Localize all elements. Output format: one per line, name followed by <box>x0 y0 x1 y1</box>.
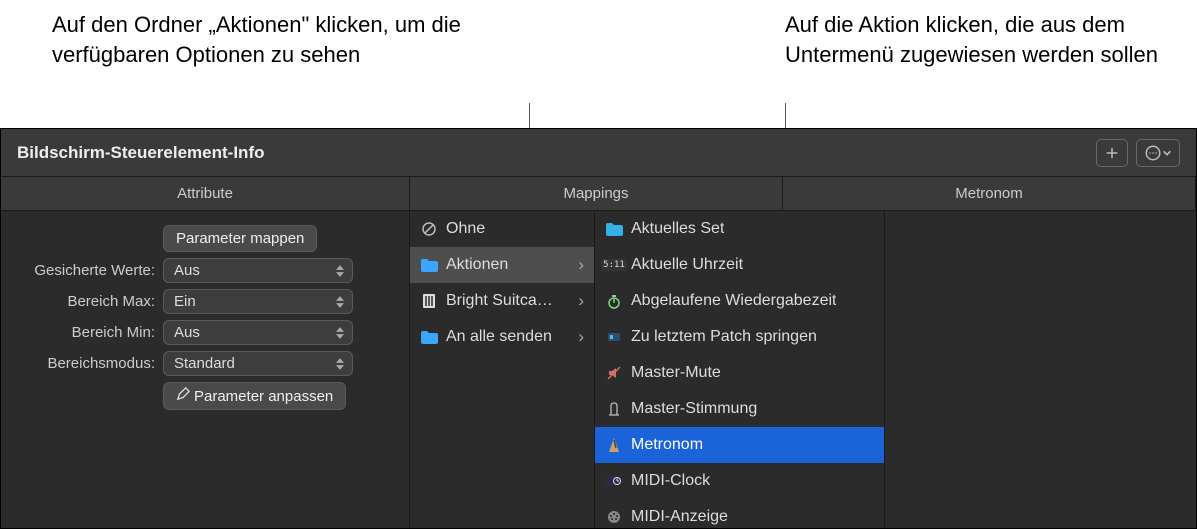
app-window: Bildschirm-Steuerelement-Info Attribute … <box>0 128 1197 529</box>
list-item[interactable]: Metronom <box>595 427 884 463</box>
pencil-icon <box>176 387 190 405</box>
list-item[interactable]: 5:11 Aktuelle Uhrzeit <box>595 247 884 283</box>
callout-right: Auf die Aktion klicken, die aus dem Unte… <box>530 10 1190 69</box>
none-icon <box>420 221 438 237</box>
saved-values-select[interactable]: Aus <box>163 258 353 283</box>
list-item[interactable]: MIDI-Clock <box>595 463 884 499</box>
mapping-column-2: Aktuelles Set 5:11 Aktuelle Uhrzeit Abgelau… <box>595 211 885 528</box>
folder-blue-icon <box>420 257 438 273</box>
list-item[interactable]: Aktionen › <box>410 247 594 283</box>
list-item-label: Aktuelles Set <box>631 220 724 238</box>
map-parameter-button[interactable]: Parameter mappen <box>163 225 317 252</box>
list-item[interactable]: MIDI-Anzeige <box>595 499 884 528</box>
list-item-label: Zu letztem Patch springen <box>631 328 817 346</box>
updown-stepper-icon <box>336 265 344 277</box>
range-min-value: Aus <box>174 324 200 341</box>
metronome-icon <box>605 437 623 453</box>
folder-cyan-icon <box>605 221 623 237</box>
updown-stepper-icon <box>336 327 344 339</box>
mapping-column-1: OhneAktionen›Bright Suitca…›An alle send… <box>410 211 595 528</box>
list-item[interactable]: Ohne <box>410 211 594 247</box>
list-item[interactable]: An alle senden › <box>410 319 594 355</box>
stopwatch-icon <box>605 293 623 309</box>
callout-left: Auf den Ordner „Aktionen" klicken, um di… <box>0 10 530 69</box>
chevron-down-icon <box>1162 148 1172 158</box>
range-mode-value: Standard <box>174 355 235 372</box>
mapping-column-3 <box>885 211 1196 528</box>
range-max-label: Bereich Max: <box>11 293 163 310</box>
plus-icon <box>1103 144 1121 162</box>
list-item[interactable]: Abgelaufene Wiedergabezeit <box>595 283 884 319</box>
list-item-label: Abgelaufene Wiedergabezeit <box>631 292 836 310</box>
range-max-value: Ein <box>174 293 196 310</box>
tuning-icon <box>605 401 623 417</box>
updown-stepper-icon <box>336 296 344 308</box>
saved-values-value: Aus <box>174 262 200 279</box>
patch-icon <box>605 329 623 345</box>
list-item-label: MIDI-Clock <box>631 472 710 490</box>
clock-digital-icon: 5:11 <box>605 257 623 273</box>
range-max-select[interactable]: Ein <box>163 289 353 314</box>
list-item[interactable]: Master-Stimmung <box>595 391 884 427</box>
add-button[interactable] <box>1096 139 1128 167</box>
range-mode-label: Bereichsmodus: <box>11 355 163 372</box>
concert-icon <box>420 293 438 309</box>
list-item-label: Ohne <box>446 220 485 238</box>
window-title: Bildschirm-Steuerelement-Info <box>17 143 1088 163</box>
list-item-label: Metronom <box>631 436 703 454</box>
midi-icon <box>605 509 623 525</box>
midi-clock-icon <box>605 473 623 489</box>
list-item-label: Bright Suitca… <box>446 292 553 310</box>
ellipsis-circle-icon <box>1144 144 1162 162</box>
chevron-right-icon: › <box>578 291 584 311</box>
chevron-right-icon: › <box>578 255 584 275</box>
list-item[interactable]: Aktuelles Set <box>595 211 884 247</box>
folder-blue-icon <box>420 329 438 345</box>
range-min-select[interactable]: Aus <box>163 320 353 345</box>
more-menu-button[interactable] <box>1136 139 1180 167</box>
edit-parameter-label: Parameter anpassen <box>194 388 333 405</box>
range-min-label: Bereich Min: <box>11 324 163 341</box>
range-mode-select[interactable]: Standard <box>163 351 353 376</box>
window-titlebar: Bildschirm-Steuerelement-Info <box>1 129 1196 177</box>
list-item-label: Aktuelle Uhrzeit <box>631 256 743 274</box>
list-item[interactable]: Master-Mute <box>595 355 884 391</box>
list-item-label: Master-Stimmung <box>631 400 757 418</box>
list-item[interactable]: Zu letztem Patch springen <box>595 319 884 355</box>
list-item-label: An alle senden <box>446 328 552 346</box>
attribute-panel: Parameter mappen Gesicherte Werte: Aus B… <box>1 211 410 528</box>
list-item-label: Master-Mute <box>631 364 721 382</box>
tab-bar: Attribute Mappings Metronom <box>1 177 1196 211</box>
tab-mappings[interactable]: Mappings <box>410 177 783 210</box>
list-item-label: Aktionen <box>446 256 508 274</box>
updown-stepper-icon <box>336 358 344 370</box>
edit-parameter-button[interactable]: Parameter anpassen <box>163 382 346 410</box>
mute-icon <box>605 365 623 381</box>
tab-metronom[interactable]: Metronom <box>783 177 1196 210</box>
saved-values-label: Gesicherte Werte: <box>11 262 163 279</box>
tab-attribute[interactable]: Attribute <box>1 177 410 210</box>
list-item-label: MIDI-Anzeige <box>631 508 728 526</box>
list-item[interactable]: Bright Suitca… › <box>410 283 594 319</box>
chevron-right-icon: › <box>578 327 584 347</box>
